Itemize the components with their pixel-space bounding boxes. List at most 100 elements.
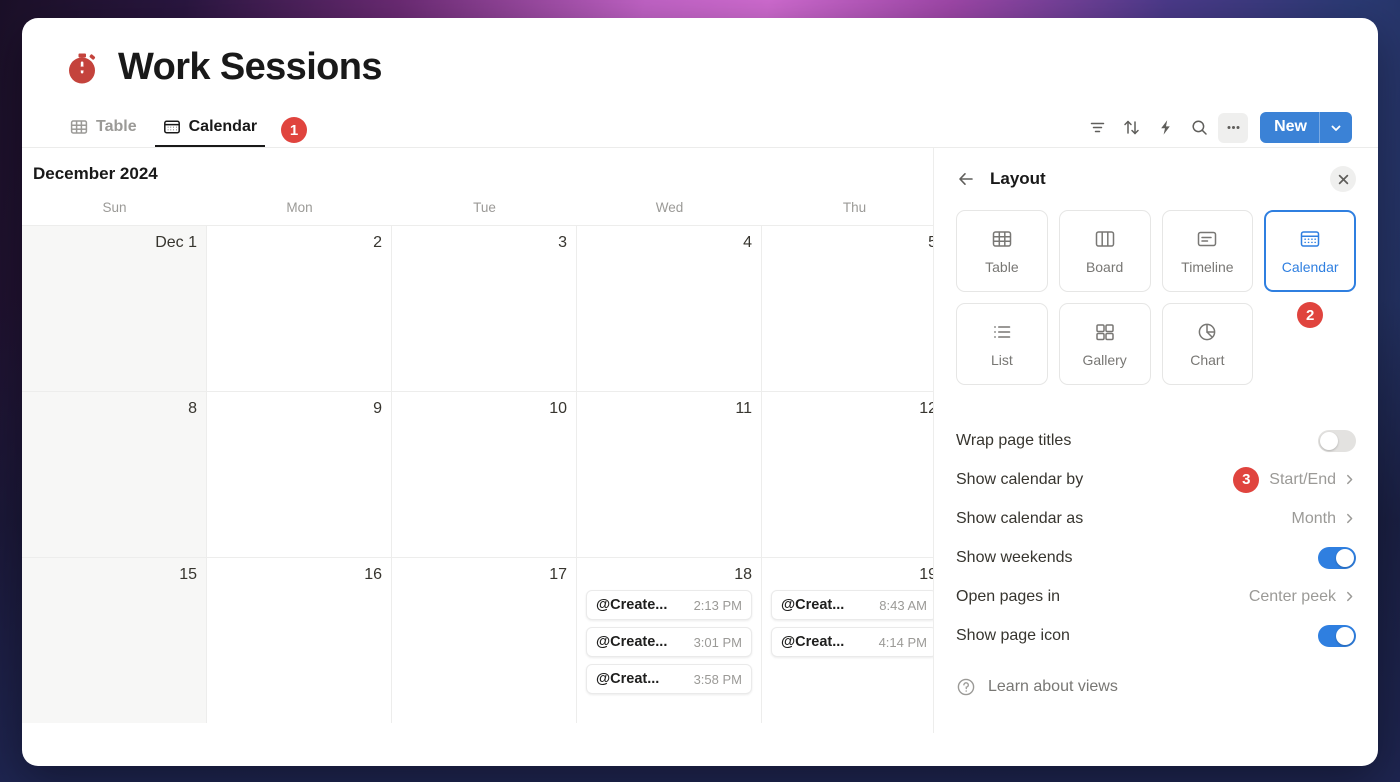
table-icon	[70, 118, 88, 136]
setting-value-group: Start/End	[1269, 471, 1356, 489]
calendar-day-cell[interactable]: 12	[762, 392, 933, 557]
help-circle-icon	[956, 677, 976, 697]
body: December 2024 Sun Mon Tue Wed Thu Dec 1 2 3 4 5 8…	[22, 148, 1378, 733]
calendar-day-cell[interactable]: Dec 1	[22, 226, 207, 391]
setting-label: Show weekends	[956, 548, 1073, 566]
day-of-week-mon: Mon	[286, 200, 313, 215]
setting-row-show-weekends[interactable]: Show weekends	[956, 538, 1356, 577]
layout-option-list[interactable]: List	[956, 303, 1048, 385]
calendar-day-cell[interactable]: 17	[392, 558, 577, 723]
setting-label: Wrap page titles	[956, 431, 1072, 449]
back-arrow-icon[interactable]	[956, 169, 976, 189]
layout-option-label: Table	[985, 258, 1019, 275]
learn-about-views-link[interactable]: Learn about views	[956, 677, 1356, 697]
calendar-day-cell[interactable]: 15	[22, 558, 207, 723]
setting-label: Show calendar as	[956, 509, 1084, 527]
view-tab-bar: Table Calendar 1 New	[62, 109, 1378, 147]
learn-about-views-label: Learn about views	[988, 678, 1118, 695]
setting-row-wrap-page-titles[interactable]: Wrap page titles	[956, 421, 1356, 460]
layout-option-label: Gallery	[1082, 351, 1127, 368]
filter-icon[interactable]	[1082, 113, 1112, 143]
calendar-day-cell[interactable]: 18 @Create... 2:13 PM @Create... 3:01 PM @Cre…	[577, 558, 762, 723]
calendar-day-cell[interactable]: 10	[392, 392, 577, 557]
panel-title: Layout	[990, 169, 1046, 188]
calendar-week-row: Dec 1 2 3 4 5	[22, 225, 933, 391]
calendar-icon	[163, 118, 181, 136]
event-title: @Creat...	[781, 634, 845, 651]
sort-icon[interactable]	[1116, 113, 1146, 143]
setting-row-show-calendar-as[interactable]: Show calendar as Month	[956, 499, 1356, 538]
tab-table[interactable]: Table	[62, 114, 145, 147]
setting-value: Start/End	[1269, 470, 1336, 488]
layout-option-chart[interactable]: Chart	[1161, 303, 1254, 385]
toggle-knob	[1336, 626, 1354, 645]
setting-toggle[interactable]	[1318, 546, 1356, 569]
setting-toggle[interactable]	[1318, 429, 1356, 452]
layout-option-calendar[interactable]: Calendar 2	[1264, 210, 1356, 328]
day-number: 4	[743, 234, 752, 251]
setting-label: Show calendar by	[956, 470, 1084, 488]
calendar-event[interactable]: @Creat... 8:43 AM	[771, 590, 933, 621]
event-time: 8:43 AM	[879, 597, 927, 613]
timeline-layout-icon	[1196, 228, 1218, 250]
setting-row-open-pages-in[interactable]: Open pages in Center peek	[956, 577, 1356, 616]
calendar-day-cell[interactable]: 3	[392, 226, 577, 391]
layout-option-label: Calendar	[1281, 258, 1339, 275]
tab-calendar[interactable]: Calendar	[154, 114, 266, 147]
chevron-right-icon	[1343, 512, 1356, 525]
day-number: 5	[928, 234, 933, 251]
calendar-event[interactable]: @Create... 2:13 PM	[586, 590, 752, 621]
calendar-day-cell[interactable]: 16	[207, 558, 392, 723]
calendar-view: December 2024 Sun Mon Tue Wed Thu Dec 1 2 3 4 5 8…	[22, 148, 933, 733]
layout-option-label: List	[990, 351, 1013, 368]
day-number: 2	[373, 234, 382, 251]
calendar-day-cell[interactable]: 9	[207, 392, 392, 557]
layout-option-label: Board	[1085, 258, 1124, 275]
chevron-right-icon	[1343, 590, 1356, 603]
calendar-event[interactable]: @Creat... 4:14 PM	[771, 627, 933, 658]
calendar-event[interactable]: @Create... 3:01 PM	[586, 627, 752, 658]
setting-row-show-page-icon[interactable]: Show page icon	[956, 616, 1356, 655]
view-tabs: Table Calendar 1	[62, 114, 308, 147]
calendar-week-row: 8 9 10 11 12	[22, 391, 933, 557]
page-header: Work Sessions Table Calendar 1 New	[22, 18, 1378, 147]
close-icon[interactable]	[1330, 166, 1356, 192]
page-title: Work Sessions	[118, 46, 383, 88]
chevron-down-icon[interactable]	[1320, 112, 1352, 143]
day-number: 9	[373, 400, 382, 417]
event-title: @Creat...	[781, 597, 845, 614]
calendar-day-cell[interactable]: 5	[762, 226, 933, 391]
calendar-day-cell[interactable]: 19 @Creat... 8:43 AM @Creat... 4:14 PM	[762, 558, 933, 723]
day-of-week-thu: Thu	[842, 200, 867, 215]
day-number: 12	[919, 400, 933, 417]
calendar-day-cell[interactable]: 2	[207, 226, 392, 391]
day-number: 15	[179, 566, 197, 583]
day-number: 17	[549, 566, 567, 583]
layout-option-timeline[interactable]: Timeline	[1161, 210, 1254, 292]
event-time: 2:13 PM	[693, 597, 742, 613]
calendar-event[interactable]: @Creat... 3:58 PM	[586, 664, 752, 695]
event-title: @Create...	[596, 597, 668, 614]
layout-option-gallery[interactable]: Gallery	[1058, 303, 1151, 385]
calendar-day-cell[interactable]: 11	[577, 392, 762, 557]
layout-option-table[interactable]: Table	[956, 210, 1048, 292]
day-number: 18	[734, 566, 752, 583]
event-time: 4:14 PM	[878, 634, 927, 650]
layout-option-board[interactable]: Board	[1058, 210, 1151, 292]
day-number: 16	[364, 566, 382, 583]
search-icon[interactable]	[1184, 113, 1214, 143]
event-time: 3:01 PM	[693, 634, 742, 650]
new-button[interactable]: New	[1260, 112, 1352, 143]
setting-value: Month	[1291, 509, 1336, 527]
layout-option-label: Timeline	[1181, 258, 1234, 275]
automation-lightning-icon[interactable]	[1150, 113, 1180, 143]
calendar-day-cell[interactable]: 8	[22, 392, 207, 557]
step-badge-2: 2	[1297, 302, 1324, 328]
setting-row-show-calendar-by[interactable]: Show calendar by 3 Start/End	[956, 460, 1356, 499]
setting-value: Center peek	[1248, 587, 1336, 605]
day-number: Dec 1	[155, 234, 197, 251]
more-options-icon[interactable]	[1218, 112, 1249, 143]
calendar-day-cell[interactable]: 4	[577, 226, 762, 391]
layout-option-label: Chart	[1190, 351, 1225, 368]
setting-toggle[interactable]	[1318, 624, 1356, 647]
